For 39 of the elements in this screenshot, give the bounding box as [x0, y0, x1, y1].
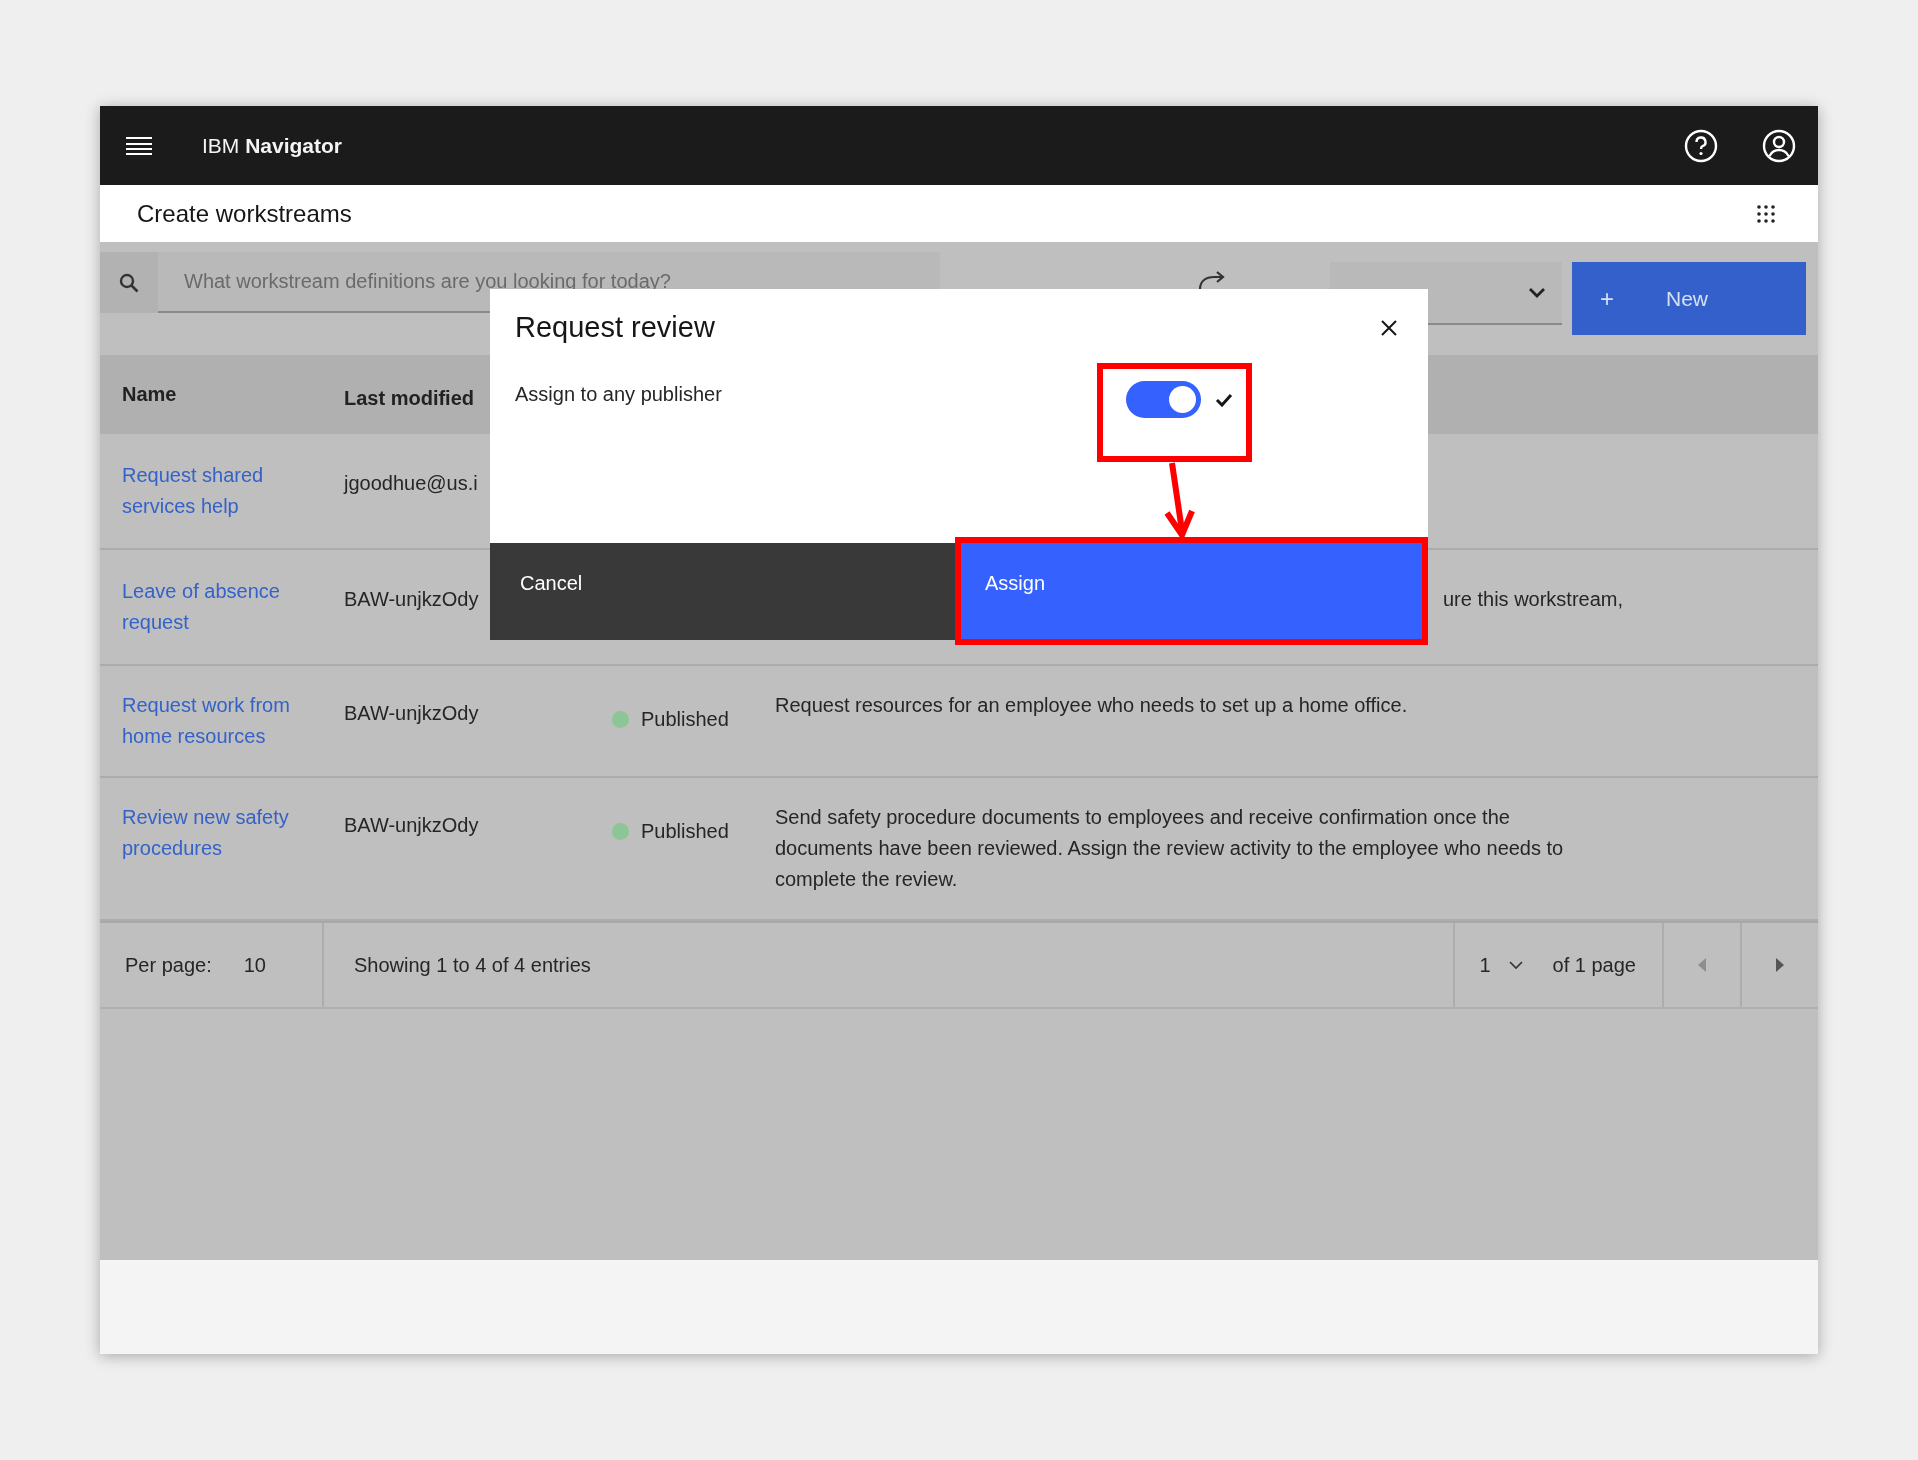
option-label: Assign to any publisher	[515, 383, 723, 406]
entries-summary: Showing 1 to 4 of 4 entries	[353, 952, 592, 978]
user-icon[interactable]	[1762, 128, 1796, 163]
workstream-link[interactable]: Request work from home resources	[122, 690, 324, 752]
status-label: Published	[641, 819, 729, 844]
status-label: Published	[641, 707, 729, 732]
description: ure this workstream,	[1443, 587, 1624, 612]
column-header: Name	[122, 382, 177, 407]
page-select[interactable]: 1	[1479, 953, 1491, 977]
app-grid-icon[interactable]	[1756, 203, 1776, 224]
workstream-link[interactable]: Review new safety procedures	[122, 802, 324, 864]
page-title: Create workstreams	[137, 199, 352, 228]
workstream-link[interactable]: Leave of absence request	[122, 576, 324, 638]
new-button[interactable]: + New	[1572, 262, 1806, 335]
toggle-switch[interactable]	[1126, 381, 1201, 418]
next-page-icon[interactable]	[1775, 958, 1785, 972]
description: Send safety procedure documents to employees and receive confirmation once the documents have been reviewed. Assign the review activity to the employee who needs to complete the review.	[775, 805, 1565, 892]
chevron-down-icon[interactable]	[1508, 960, 1523, 970]
search-icon	[119, 272, 139, 293]
close-icon[interactable]	[1380, 319, 1398, 337]
checkmark-icon	[1215, 392, 1233, 407]
table-cell-text: BAW-unjkzOdy	[344, 701, 479, 726]
column-header: Last modified	[344, 386, 474, 411]
workstream-link[interactable]: Request shared services help	[122, 460, 324, 522]
dialog-title: Request review	[515, 311, 715, 344]
table-cell-text: BAW-unjkzOdy	[344, 813, 479, 838]
per-page-label: Per page:	[125, 953, 212, 977]
cancel-button[interactable]: Cancel	[490, 543, 955, 640]
table-cell-text: BAW-unjkzOdy	[344, 587, 479, 612]
search-button[interactable]	[100, 252, 158, 313]
description: Request resources for an employee who needs to set up a home office.	[775, 693, 1408, 718]
table-cell-text: jgoodhue@us.i	[344, 471, 478, 496]
chevron-down-icon	[1528, 286, 1546, 299]
redo-icon[interactable]	[1198, 269, 1226, 291]
brand-name: IBM Navigator	[202, 133, 343, 158]
per-page-select[interactable]: 10	[243, 953, 266, 977]
menu-icon[interactable]	[126, 135, 152, 156]
help-icon[interactable]	[1684, 128, 1718, 163]
page-total: of 1 page	[1552, 953, 1636, 977]
